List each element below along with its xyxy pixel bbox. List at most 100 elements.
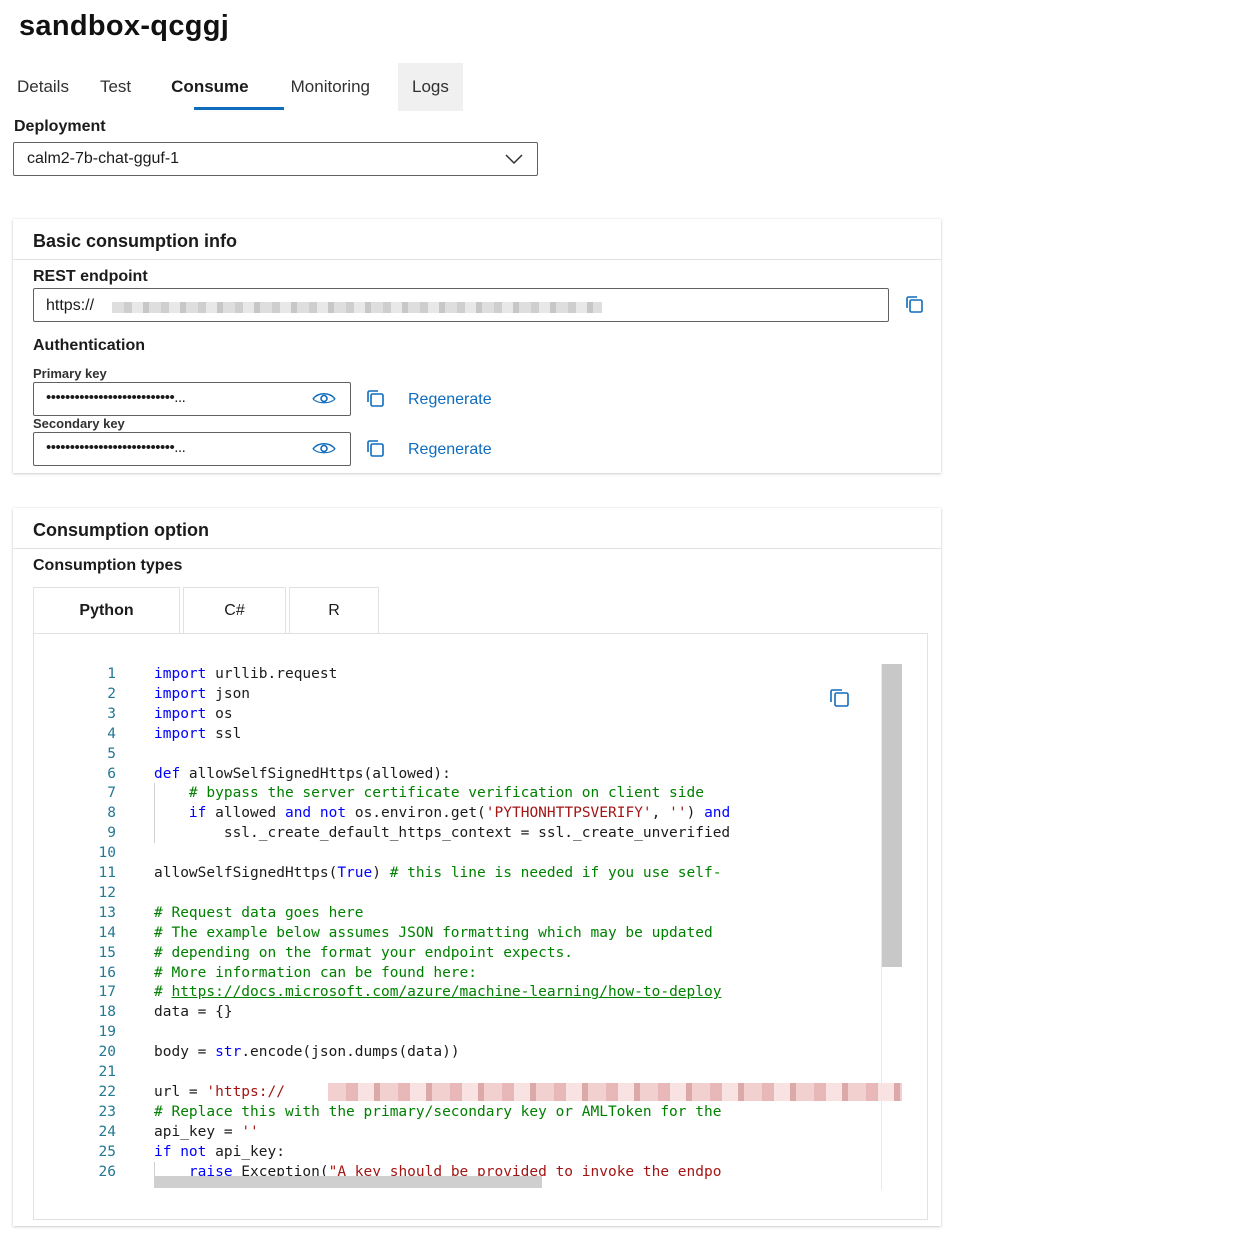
line-number: 18 (98, 1004, 116, 1021)
horizontal-scrollbar[interactable] (154, 1176, 542, 1188)
tab-test[interactable]: Test (86, 63, 151, 111)
code-line: 6 def allowSelfSignedHttps(allowed): (34, 764, 902, 784)
line-number: 15 (98, 944, 116, 961)
type-tab-python[interactable]: Python (33, 587, 180, 634)
line-number: 6 (107, 765, 116, 782)
code-text: # bypass the server certificate verifica… (188, 785, 704, 802)
code-text: body = str.encode(json.dumps(data)) (154, 1044, 460, 1061)
deployment-value: calm2-7b-chat-gguf-1 (27, 150, 180, 167)
code-text: def allowSelfSignedHttps(allowed): (154, 765, 451, 782)
consumption-types-label: Consumption types (33, 557, 183, 574)
redacted-url (112, 302, 602, 313)
consumption-option-card: Consumption option Consumption types Pyt… (13, 508, 941, 1226)
line-number: 23 (98, 1103, 116, 1120)
code-line: 16 # More information can be found here: (34, 963, 902, 983)
code-text: import ssl (154, 725, 242, 742)
copy-icon[interactable] (365, 389, 385, 409)
code-line: 21 (34, 1062, 902, 1082)
line-number: 16 (98, 964, 116, 981)
code-line: 4 import ssl (34, 724, 902, 744)
code-text: # More information can be found here: (154, 964, 478, 981)
vertical-scrollbar[interactable] (882, 664, 902, 967)
regenerate-primary-button[interactable]: Regenerate (408, 391, 492, 409)
chevron-down-icon (505, 154, 523, 165)
tab-monitoring[interactable]: Monitoring (269, 63, 390, 111)
deployment-label: Deployment (14, 118, 106, 135)
code-text: # depending on the format your endpoint … (154, 944, 574, 961)
code-line: 7 # bypass the server certificate verifi… (34, 783, 902, 803)
rest-endpoint-field[interactable]: https:// (33, 288, 889, 322)
copy-icon[interactable] (904, 295, 924, 315)
code-line: 25 if not api_key: (34, 1142, 902, 1162)
code-text: # Replace this with the primary/secondar… (154, 1103, 722, 1120)
rest-endpoint-label: REST endpoint (33, 268, 148, 285)
code-text: allowSelfSignedHttps(True) # this line i… (154, 865, 722, 881)
tab-logs[interactable]: Logs (398, 63, 463, 111)
code-text: api_key = '' (154, 1123, 259, 1140)
tab-details[interactable]: Details (0, 63, 86, 111)
line-number: 24 (98, 1123, 116, 1140)
code-line: 20 body = str.encode(json.dumps(data)) (34, 1042, 902, 1062)
tab-bar: Details Test Consume Monitoring Logs (0, 63, 463, 111)
copy-icon[interactable] (365, 439, 385, 459)
copy-code-icon[interactable] (828, 688, 850, 708)
code-text: # https://docs.microsoft.com/azure/machi… (154, 984, 722, 1001)
basic-consumption-card: Basic consumption info REST endpoint htt… (13, 219, 941, 473)
code-text: if allowed and not os.environ.get('PYTHO… (188, 805, 731, 822)
tab-consume[interactable]: Consume (151, 63, 268, 111)
line-number: 4 (107, 725, 116, 742)
regenerate-secondary-button[interactable]: Regenerate (408, 441, 492, 459)
line-number: 5 (107, 745, 116, 762)
code-line: 5 (34, 744, 902, 764)
line-number: 11 (98, 865, 116, 881)
line-number: 3 (107, 705, 116, 722)
authentication-label: Authentication (33, 337, 145, 354)
code-editor[interactable]: 1 import urllib.request 2 import json 3 impor… (34, 664, 902, 1190)
line-number: 21 (98, 1064, 116, 1080)
code-line: 11 allowSelfSignedHttps(True) # this line… (34, 863, 902, 883)
code-line: 3 import os (34, 704, 902, 724)
code-line: 1 import urllib.request (34, 664, 902, 684)
code-line: 18 data = {} (34, 1002, 902, 1022)
line-number: 14 (98, 924, 116, 941)
primary-key-field[interactable]: •••••••••••••••••••••••••••... (33, 382, 351, 416)
line-number: 25 (98, 1143, 116, 1160)
redacted-url (328, 1082, 902, 1101)
line-number: 7 (107, 785, 116, 802)
code-text: # The example below assumes JSON formatt… (154, 924, 713, 941)
code-text: ssl._create_default_https_context = ssl.… (154, 825, 731, 842)
code-text: url = 'https:// (154, 1083, 285, 1100)
line-number: 20 (98, 1044, 116, 1061)
line-number: 12 (98, 884, 116, 901)
eye-icon[interactable] (312, 442, 336, 456)
secondary-key-field[interactable]: •••••••••••••••••••••••••••... (33, 432, 351, 466)
secondary-key-label: Secondary key (33, 416, 125, 431)
type-tab-csharp[interactable]: C# (183, 587, 286, 634)
code-line: 14 # The example below assumes JSON forma… (34, 923, 902, 943)
code-line: 24 api_key = '' (34, 1122, 902, 1142)
card-divider (13, 259, 941, 260)
primary-key-label: Primary key (33, 366, 107, 381)
code-text: # Request data goes here (154, 904, 364, 921)
line-number: 13 (98, 904, 116, 921)
eye-icon[interactable] (312, 392, 336, 406)
code-line: 13 # Request data goes here (34, 903, 902, 923)
code-text: data = {} (154, 1004, 233, 1021)
code-text: if not api_key: (154, 1143, 285, 1160)
code-line: 8 if allowed and not os.environ.get('PYT… (34, 803, 902, 823)
code-line: 2 import json (34, 684, 902, 704)
code-text: import json (154, 685, 251, 702)
code-line: 15 # depending on the format your endpoin… (34, 943, 902, 963)
active-tab-indicator (194, 107, 284, 110)
type-tab-r[interactable]: R (289, 587, 379, 634)
line-number: 10 (98, 845, 116, 862)
line-number: 8 (107, 805, 116, 822)
line-number: 1 (107, 666, 116, 682)
code-line: 23 # Replace this with the primary/second… (34, 1102, 902, 1122)
card-divider (13, 548, 941, 549)
line-number: 22 (98, 1083, 116, 1100)
code-line: 10 (34, 843, 902, 863)
deployment-select[interactable]: calm2-7b-chat-gguf-1 (13, 142, 538, 176)
code-text: import urllib.request (154, 666, 338, 682)
code-text: import os (154, 705, 233, 722)
